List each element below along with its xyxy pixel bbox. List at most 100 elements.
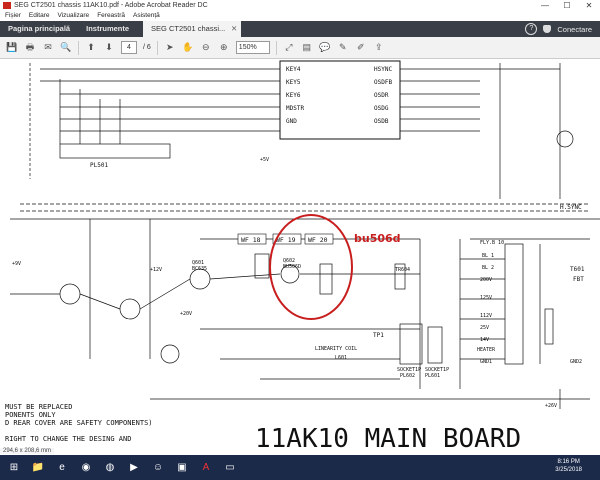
label-plus9: +9V [12,261,21,267]
help-icon[interactable]: ? [525,23,538,35]
separator [156,40,158,55]
page-up-icon[interactable]: ⬆ [85,42,97,54]
maximize-button[interactable]: ☐ [556,0,578,11]
document-view[interactable]: KEY4 KEY5 KEY6 MDSTR GND HSYNC OSDFB OSD… [0,59,600,455]
label-pl601: PL601 [425,373,440,379]
label-plus12: +12V [150,267,162,273]
page-number-input[interactable]: 4 [121,41,137,54]
menu-view[interactable]: Vizualizare [58,11,90,21]
media-icon[interactable]: ▶ [124,458,144,478]
label-fbt: FBT [573,276,584,283]
label-112v: 112V [480,313,492,319]
minimize-button[interactable]: — [534,0,556,11]
menu-bar: Fișier Editare Vizualizare Fereastră Asi… [0,11,600,21]
label-14v: 14V [480,337,489,343]
label-25v: 25V [480,325,489,331]
separator [275,40,277,55]
separator [78,40,79,55]
bell-icon[interactable] [543,25,552,33]
comment-icon[interactable]: 💬 [319,42,331,54]
app-icon[interactable]: ▣ [172,458,192,478]
label-osdfb: OSDFB [374,79,392,86]
email-icon[interactable]: ✉ [42,42,54,54]
label-bu506d-comp: BU506D [283,264,301,270]
pen-icon[interactable]: ✎ [337,42,349,54]
tab-bar: Pagina principală Instrumente SEG CT2501… [0,21,600,37]
label-hsync: HSYNC [374,66,392,73]
start-windows-icon[interactable]: ⊞ [4,458,24,478]
acrobat-icon [3,2,11,9]
label-osdg: OSDG [374,105,389,112]
save-icon[interactable]: 💾 [6,42,18,54]
label-pl501: PL501 [90,162,108,169]
label-pl602: PL602 [400,373,415,379]
ie-icon[interactable]: e [52,458,72,478]
wf-20-label: WF 20 [308,236,328,244]
menu-window[interactable]: Fereastră [97,11,125,21]
label-t601: T601 [570,266,585,273]
highlight-icon[interactable]: ✐ [355,42,367,54]
page-total: / 6 [143,44,151,51]
close-tab-icon[interactable]: ✕ [231,21,237,37]
wf-19-label: WF 19 [276,236,296,244]
tab-document[interactable]: SEG CT2501 chassi... ✕ [143,21,242,37]
firefox-icon[interactable]: ◍ [100,458,120,478]
messenger-icon[interactable]: ☺ [148,458,168,478]
print-icon[interactable]: 🖶 [24,42,36,54]
board-title: 11AK10 MAIN BOARD [255,424,521,454]
label-key4: KEY4 [286,66,301,73]
label-plus26: +26V [545,403,557,409]
tab-tools[interactable]: Instrumente [78,21,137,37]
label-hsync2: H.SYNC [560,204,582,211]
window-title: SEG CT2501 chassis 11AK10.pdf - Adobe Ac… [14,2,208,9]
scroll-mode-icon[interactable]: ▤ [301,42,313,54]
taskbar: ⊞ 📁 e ◉ ◍ ▶ ☺ ▣ A ▭ 8:16 PM 3/25/2018 [0,455,600,480]
page-size-label: 294,6 x 208,6 mm [0,448,55,454]
menu-help[interactable]: Asistență [133,11,160,21]
menu-file[interactable]: Fișier [5,11,21,21]
zoom-select[interactable]: 150% [235,41,270,54]
clock-date: 3/25/2018 [555,467,582,473]
title-bar: SEG CT2501 chassis 11AK10.pdf - Adobe Ac… [0,0,600,11]
label-socket1: SOCKET1P [397,367,421,373]
label-mdstr: MDSTR [286,105,304,112]
label-tr604: TR604 [395,267,410,273]
fit-page-icon[interactable]: ⤢ [283,42,295,54]
label-fly: FLY.B 10 [480,240,504,246]
label-gnd: GND [286,118,297,125]
schematic: KEY4 KEY5 KEY6 MDSTR GND HSYNC OSDFB OSD… [5,60,600,454]
label-125v: 125V [480,295,492,301]
tab-home[interactable]: Pagina principală [0,21,78,37]
label-osdr: OSDR [374,92,389,99]
close-button[interactable]: ✕ [578,0,600,11]
note-line-2: PONENTS ONLY [5,411,56,419]
label-gnd2: GND2 [570,359,582,365]
label-heater: HEATER [477,347,496,353]
wf-18-label: WF 18 [241,236,261,244]
search-icon[interactable]: 🔍 [60,42,72,54]
acrobat-taskbar-icon[interactable]: A [196,458,216,478]
label-osdb: OSDB [374,118,389,125]
monitor-icon[interactable]: ▭ [220,458,240,478]
page-down-icon[interactable]: ⬇ [103,42,115,54]
label-l601: L601 [335,355,347,361]
menu-edit[interactable]: Editare [29,11,50,21]
zoom-in-icon[interactable]: ⊕ [218,42,230,54]
note-line-1: MUST BE REPLACED [5,403,72,411]
label-bc635: BC635 [192,266,207,272]
connect-button[interactable]: Conectare [557,25,592,34]
tab-document-label: SEG CT2501 chassi... [151,24,226,33]
hand-tool-icon[interactable]: ✋ [182,42,194,54]
label-key5: KEY5 [286,79,301,86]
clock[interactable]: 8:16 PM 3/25/2018 [555,458,582,474]
explorer-icon[interactable]: 📁 [28,458,48,478]
zoom-out-icon[interactable]: ⊖ [200,42,212,54]
chrome-icon[interactable]: ◉ [76,458,96,478]
label-key6: KEY6 [286,92,301,99]
select-cursor-icon[interactable]: ➤ [164,42,176,54]
label-gnd1: GND1 [480,359,492,365]
share-icon[interactable]: ⇪ [373,42,385,54]
label-bl2: BL 2 [482,265,494,271]
label-plus20: +20V [180,311,192,317]
tab-bar-right: ? Conectare [525,23,600,35]
